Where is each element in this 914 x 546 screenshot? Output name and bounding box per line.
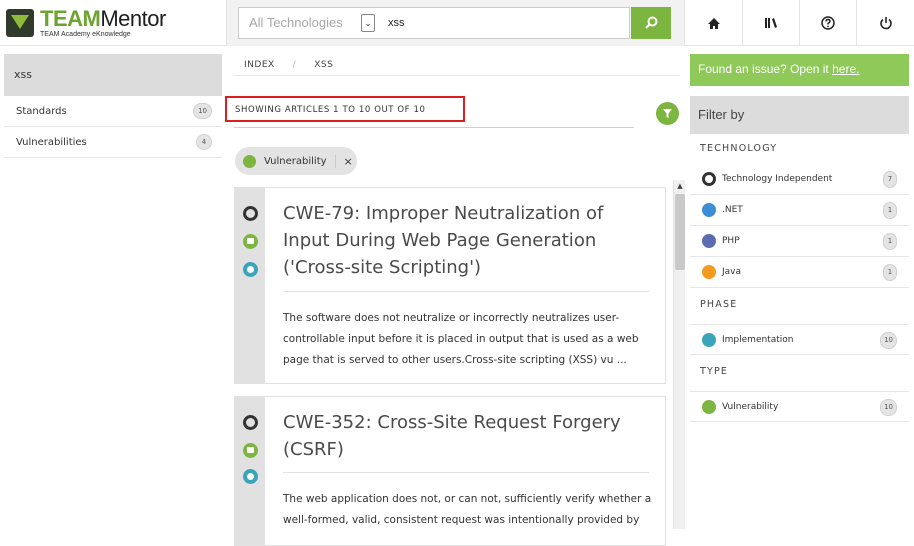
filter-php[interactable]: PHP 1: [690, 226, 909, 257]
active-filter-chip: Vulnerability ×: [235, 147, 357, 175]
filter-implementation[interactable]: Implementation 10: [690, 324, 909, 355]
count-badge: 4: [196, 134, 212, 150]
count-badge: 10: [880, 332, 897, 349]
technology-independent-icon: [243, 206, 258, 221]
card-rail: [235, 188, 265, 383]
filter-dotnet[interactable]: .NET 1: [690, 195, 909, 226]
article-card[interactable]: CWE-79: Improper Neutralization of Input…: [234, 187, 666, 384]
divider: [283, 472, 649, 473]
query-title: xss: [4, 54, 222, 96]
scrollbar[interactable]: ▲: [673, 180, 685, 529]
filter-button[interactable]: [656, 102, 679, 125]
divider: [234, 127, 634, 128]
power-icon[interactable]: [857, 0, 914, 46]
scrollbar-thumb[interactable]: [675, 194, 685, 270]
logo-title: TEAMMentor: [40, 6, 166, 31]
top-bar: TEAMMentor TEAM Academy eKnowledge All T…: [0, 0, 914, 46]
help-icon[interactable]: [800, 0, 857, 46]
filter-java[interactable]: Java 1: [690, 257, 909, 288]
logo-icon: [6, 9, 34, 37]
article-title[interactable]: CWE-79: Improper Neutralization of Input…: [283, 200, 653, 281]
logo-subtitle: TEAM Academy eKnowledge: [40, 31, 131, 38]
vulnerability-icon: [243, 234, 258, 249]
filter-technology-independent[interactable]: Technology Independent 7: [690, 164, 909, 195]
implementation-icon: [243, 469, 258, 484]
library-icon[interactable]: [743, 0, 800, 46]
count-badge: 7: [883, 171, 897, 188]
filter-title: Filter by: [690, 96, 909, 134]
count-badge: 10: [880, 399, 897, 416]
implementation-icon: [243, 262, 258, 277]
count-badge: 1: [883, 264, 897, 281]
logo[interactable]: TEAMMentor TEAM Academy eKnowledge: [6, 8, 166, 38]
divider: [283, 291, 649, 292]
top-nav: [686, 0, 914, 46]
vulnerability-icon: [243, 443, 258, 458]
remove-filter-icon[interactable]: ×: [334, 154, 353, 168]
section-type: TYPE: [700, 366, 729, 377]
count-badge: 10: [193, 103, 212, 119]
right-panel: Found an issue? Open it here. Filter by …: [690, 54, 909, 422]
breadcrumb-current[interactable]: XSS: [314, 60, 333, 70]
count-badge: 1: [883, 202, 897, 219]
search-input[interactable]: xss: [378, 7, 630, 39]
technology-independent-icon: [702, 172, 716, 186]
technology-select[interactable]: All Technologies ⌄: [238, 7, 379, 39]
card-rail: [235, 397, 265, 545]
article-summary: The web application does not, or can not…: [283, 493, 652, 526]
java-icon: [702, 265, 716, 279]
article-card[interactable]: CWE-352: Cross-Site Request Forgery (CSR…: [234, 396, 666, 546]
search-bar: All Technologies ⌄ xss: [226, 0, 685, 46]
filter-vulnerability[interactable]: Vulnerability 10: [690, 391, 909, 422]
scroll-up-icon[interactable]: ▲: [674, 180, 686, 193]
active-filter-label: Vulnerability: [264, 155, 327, 167]
technology-independent-icon: [243, 415, 258, 430]
php-icon: [702, 234, 716, 248]
breadcrumb-index[interactable]: INDEX: [244, 60, 275, 70]
search-icon: [644, 16, 657, 29]
vulnerability-icon: [243, 154, 256, 168]
breadcrumb: INDEX / XSS: [234, 54, 680, 76]
issue-link[interactable]: here.: [832, 62, 859, 76]
article-title[interactable]: CWE-352: Cross-Site Request Forgery (CSR…: [283, 409, 653, 463]
left-item-standards[interactable]: Standards 10: [4, 96, 222, 127]
dotnet-icon: [702, 203, 716, 217]
count-badge: 1: [883, 233, 897, 250]
article-summary: The software does not neutralize or inco…: [283, 312, 639, 366]
implementation-icon: [702, 333, 716, 347]
filter-icon: [663, 109, 672, 118]
issue-banner: Found an issue? Open it here.: [690, 54, 909, 86]
search-button[interactable]: [631, 7, 671, 39]
left-item-vulnerabilities[interactable]: Vulnerabilities 4: [4, 127, 222, 158]
chevron-down-icon[interactable]: ⌄: [361, 14, 375, 32]
home-icon[interactable]: [686, 0, 743, 46]
section-technology: TECHNOLOGY: [700, 143, 778, 154]
vulnerability-icon: [702, 400, 716, 414]
section-phase: PHASE: [700, 299, 738, 310]
left-panel: xss Standards 10 Vulnerabilities 4: [4, 54, 222, 158]
results-count: SHOWING ARTICLES 1 TO 10 OUT OF 10: [225, 96, 465, 122]
